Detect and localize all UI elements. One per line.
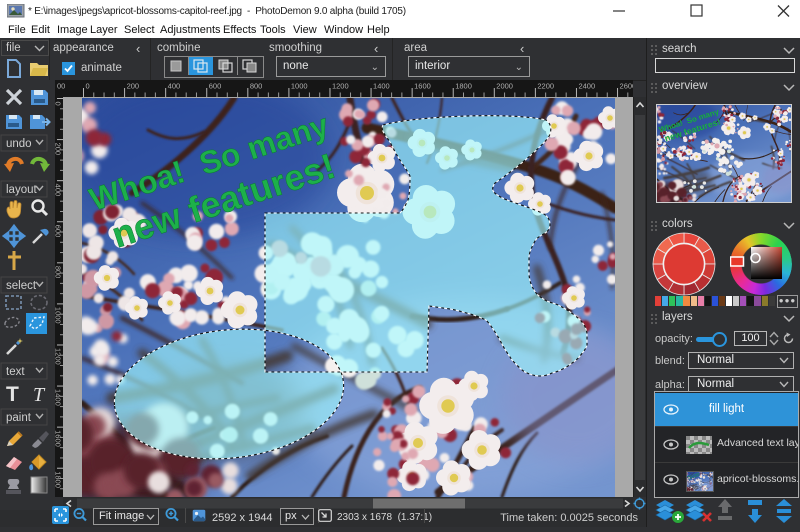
- svg-text:1200: 1200: [55, 348, 63, 365]
- svg-text:2200: 2200: [537, 82, 554, 91]
- svg-text:800: 800: [250, 82, 263, 91]
- svg-text:400: 400: [55, 184, 63, 197]
- svg-text:T: T: [6, 383, 19, 406]
- svg-text:200: 200: [127, 82, 140, 91]
- svg-text:600: 600: [55, 225, 63, 238]
- svg-text:1000: 1000: [291, 82, 308, 91]
- svg-text:2000: 2000: [496, 82, 513, 91]
- svg-text:layout: layout: [6, 184, 37, 196]
- svg-text:undo: undo: [6, 138, 32, 150]
- svg-text:paint: paint: [6, 412, 32, 424]
- svg-text:select: select: [6, 280, 37, 292]
- svg-text:00: 00: [57, 82, 65, 91]
- svg-text:1000: 1000: [55, 307, 63, 324]
- svg-text:0: 0: [55, 102, 63, 106]
- svg-text:1600: 1600: [55, 430, 63, 447]
- svg-text:T: T: [33, 384, 46, 406]
- svg-text:200: 200: [55, 143, 63, 156]
- svg-text:1400: 1400: [373, 82, 390, 91]
- svg-text:1600: 1600: [414, 82, 431, 91]
- svg-text:2400: 2400: [578, 82, 595, 91]
- svg-text:2600: 2600: [620, 82, 633, 91]
- svg-text:1800: 1800: [55, 471, 63, 488]
- svg-text:600: 600: [209, 82, 222, 91]
- svg-text:1200: 1200: [332, 82, 349, 91]
- svg-text:1400: 1400: [55, 389, 63, 406]
- svg-text:400: 400: [168, 82, 181, 91]
- svg-text:800: 800: [55, 266, 63, 279]
- svg-text:text: text: [6, 366, 25, 378]
- svg-text:1800: 1800: [455, 82, 472, 91]
- svg-text:0: 0: [86, 82, 90, 91]
